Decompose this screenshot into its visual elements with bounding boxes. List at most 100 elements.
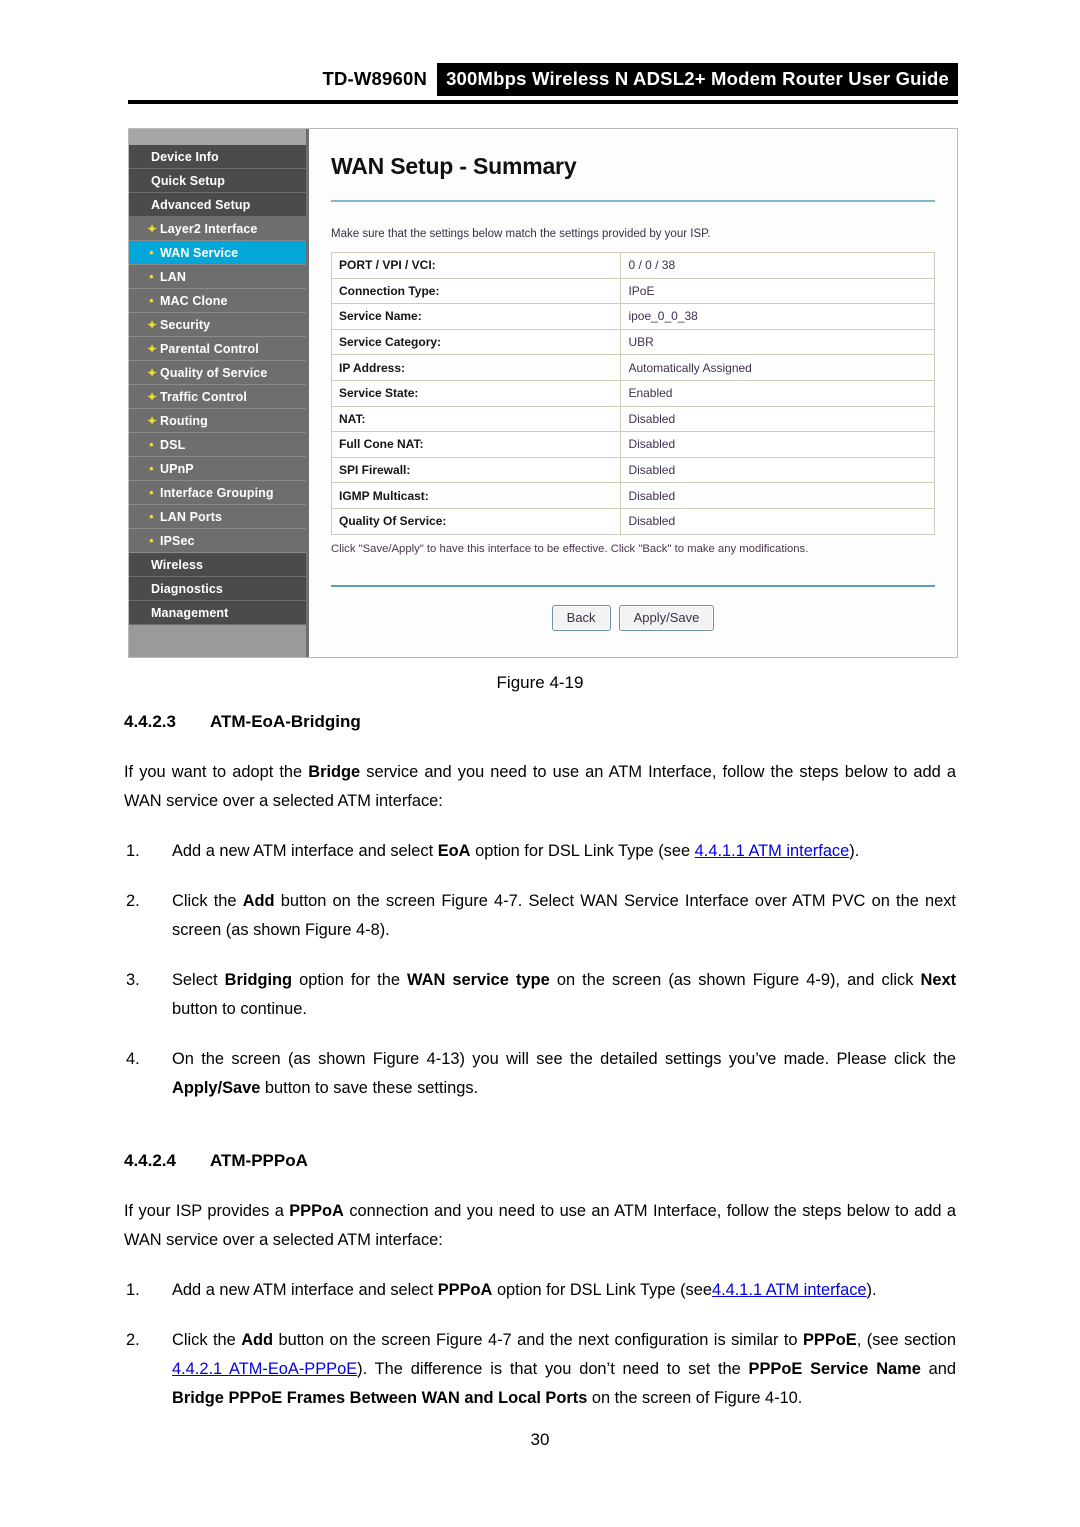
sidebar-item-parental-control[interactable]: ✦ Parental Control: [129, 337, 306, 361]
step3-bold-bridging: Bridging: [224, 971, 293, 989]
sidebar-item-mac-clone[interactable]: • MAC Clone: [129, 289, 306, 313]
sidebar-item-lan-ports[interactable]: • LAN Ports: [129, 505, 306, 529]
summary-row-value: ipoe_0_0_38: [620, 303, 935, 330]
section-number: 4.4.2.4: [124, 1151, 176, 1170]
intro-text-a: If you want to adopt the: [124, 763, 309, 781]
step1-text-a: Add a new ATM interface and select: [172, 842, 438, 860]
table-row: Service Category: UBR: [330, 328, 935, 356]
sidebar-item-label: Advanced Setup: [151, 197, 251, 212]
bullet-dot-icon: •: [149, 533, 154, 548]
table-row: NAT: Disabled: [330, 405, 935, 433]
sidebar-item-traffic-control[interactable]: ✦ Traffic Control: [129, 385, 306, 409]
expand-plus-icon: ✦: [147, 317, 158, 332]
sidebar-item-quick-setup[interactable]: Quick Setup: [129, 169, 306, 193]
summary-row-value: Disabled: [620, 456, 935, 484]
list-item: 2. Click the Add button on the screen Fig…: [124, 887, 956, 945]
table-row: Connection Type: IPoE: [330, 277, 935, 305]
pppoa-step2-j: on the screen of Figure 4-10.: [587, 1389, 803, 1407]
section-heading-bridging: 4.4.2.3 ATM-EoA-Bridging: [124, 712, 956, 732]
pppoa-step1-bold-pppoa: PPPoA: [437, 1281, 493, 1299]
bullet-dot-icon: •: [149, 245, 154, 260]
sidebar-item-list: Device Info Quick Setup Advanced Setup ✦ Lay…: [129, 145, 306, 625]
link-atm-interface[interactable]: 4.4.1.1 ATM interface: [695, 842, 850, 860]
pppoa-step2-c: button on the screen Figure 4-7 and the …: [273, 1331, 803, 1349]
sidebar-item-wireless[interactable]: Wireless: [129, 553, 306, 577]
step1-bold-eoa: EoA: [437, 842, 471, 860]
sidebar-item-layer2-interface[interactable]: ✦ Layer2 Interface: [129, 217, 306, 241]
sidebar-item-quality-of-service[interactable]: ✦ Quality of Service: [129, 361, 306, 385]
summary-row-value: Disabled: [620, 405, 935, 433]
router-content-panel: WAN Setup - Summary Make sure that the s…: [309, 129, 957, 657]
pppoa-step1-d: ).: [866, 1281, 877, 1299]
figure-caption: Figure 4-19: [496, 673, 584, 692]
sidebar-item-lan[interactable]: • LAN: [129, 265, 306, 289]
sidebar-item-diagnostics[interactable]: Diagnostics: [129, 577, 306, 601]
bullet-dot-icon: •: [149, 485, 154, 500]
sidebar-top-spacer: [129, 129, 306, 145]
pppoa-step2-h: and: [920, 1360, 956, 1378]
sidebar-item-label: IPSec: [160, 533, 195, 548]
sidebar-item-label: Layer2 Interface: [160, 221, 258, 236]
header-title: 300Mbps Wireless N ADSL2+ Modem Router U…: [437, 62, 958, 96]
pppoa-step2-bold-bridge-frames: Bridge PPPoE Frames Between WAN and Loca…: [172, 1389, 588, 1407]
sidebar-item-interface-grouping[interactable]: • Interface Grouping: [129, 481, 306, 505]
step1-text-d: ).: [849, 842, 860, 860]
bridging-steps: 1. Add a new ATM interface and select EoA…: [124, 837, 956, 1103]
router-ui-screenshot: Device Info Quick Setup Advanced Setup ✦ Lay…: [128, 128, 958, 658]
step-number: 2.: [126, 892, 140, 910]
sidebar-item-label: Diagnostics: [151, 581, 223, 596]
table-row: Full Cone NAT: Disabled: [330, 431, 935, 458]
summary-row-value: Enabled: [620, 379, 935, 407]
document-body: 4.4.2.3 ATM-EoA-Bridging If you want to …: [124, 712, 956, 1435]
isp-note: Make sure that the settings below match …: [331, 228, 711, 240]
sidebar-item-wan-service[interactable]: • WAN Service: [129, 241, 306, 265]
pppoa-step2-bold-pppoe: PPPoE: [803, 1331, 857, 1349]
footer-divider: [331, 584, 935, 587]
bullet-dot-icon: •: [149, 509, 154, 524]
sidebar-item-label: WAN Service: [160, 245, 239, 260]
sidebar-item-security[interactable]: ✦ Security: [129, 313, 306, 337]
step3-text-a: Select: [172, 971, 225, 989]
sidebar-item-label: MAC Clone: [160, 293, 228, 308]
expand-plus-icon: ✦: [147, 221, 158, 236]
step1-text-c: option for DSL Link Type (see: [470, 842, 695, 860]
section-number: 4.4.2.3: [124, 712, 176, 731]
step4-text-a: On the screen (as shown Figure 4-13) you…: [172, 1050, 956, 1068]
summary-row-label: Service Category:: [330, 328, 622, 356]
summary-row-value: Disabled: [620, 482, 935, 509]
link-atm-eoa-pppoe[interactable]: 4.4.2.1 ATM-EoA-PPPoE: [172, 1360, 357, 1378]
sidebar-item-label: Interface Grouping: [160, 485, 274, 500]
summary-row-label: IP Address:: [330, 354, 622, 381]
sidebar-item-routing[interactable]: ✦ Routing: [129, 409, 306, 433]
list-item: 1. Add a new ATM interface and select PPP…: [124, 1276, 956, 1305]
apply-save-button[interactable]: Apply/Save: [618, 604, 715, 631]
summary-row-value: IPoE: [620, 277, 935, 305]
sidebar-item-ipsec[interactable]: • IPSec: [129, 529, 306, 553]
sidebar-item-dsl[interactable]: • DSL: [129, 433, 306, 457]
sidebar-item-management[interactable]: Management: [129, 601, 306, 625]
pppoa-step2-bold-service-name: PPPoE Service Name: [748, 1360, 921, 1378]
sidebar-item-label: Device Info: [151, 149, 219, 164]
pppoa-intro-a: If your ISP provides a: [124, 1202, 290, 1220]
title-divider: [331, 200, 935, 202]
sidebar-item-device-info[interactable]: Device Info: [129, 145, 306, 169]
table-row: Quality Of Service: Disabled: [330, 507, 935, 535]
list-item: 4. On the screen (as shown Figure 4-13) y…: [124, 1045, 956, 1103]
step3-bold-next: Next: [920, 971, 957, 989]
section-title: ATM-EoA-Bridging: [210, 712, 361, 731]
summary-row-value: UBR: [620, 328, 935, 356]
summary-row-value: Disabled: [620, 507, 935, 535]
section-title: ATM-PPPoA: [210, 1151, 308, 1170]
sidebar-item-advanced-setup[interactable]: Advanced Setup: [129, 193, 306, 217]
table-row: IP Address: Automatically Assigned: [330, 354, 935, 381]
sidebar-item-upnp[interactable]: • UPnP: [129, 457, 306, 481]
back-button[interactable]: Back: [551, 604, 611, 631]
bullet-dot-icon: •: [149, 269, 154, 284]
section-heading-pppoa: 4.4.2.4 ATM-PPPoA: [124, 1151, 956, 1171]
link-atm-interface[interactable]: 4.4.1.1 ATM interface: [712, 1281, 867, 1299]
sidebar-item-label: Parental Control: [160, 341, 259, 356]
step3-text-g: button to continue.: [172, 1000, 307, 1018]
summary-row-label: Connection Type:: [330, 277, 622, 305]
summary-row-label: Service State:: [330, 379, 622, 407]
step-number: 1.: [126, 842, 140, 860]
